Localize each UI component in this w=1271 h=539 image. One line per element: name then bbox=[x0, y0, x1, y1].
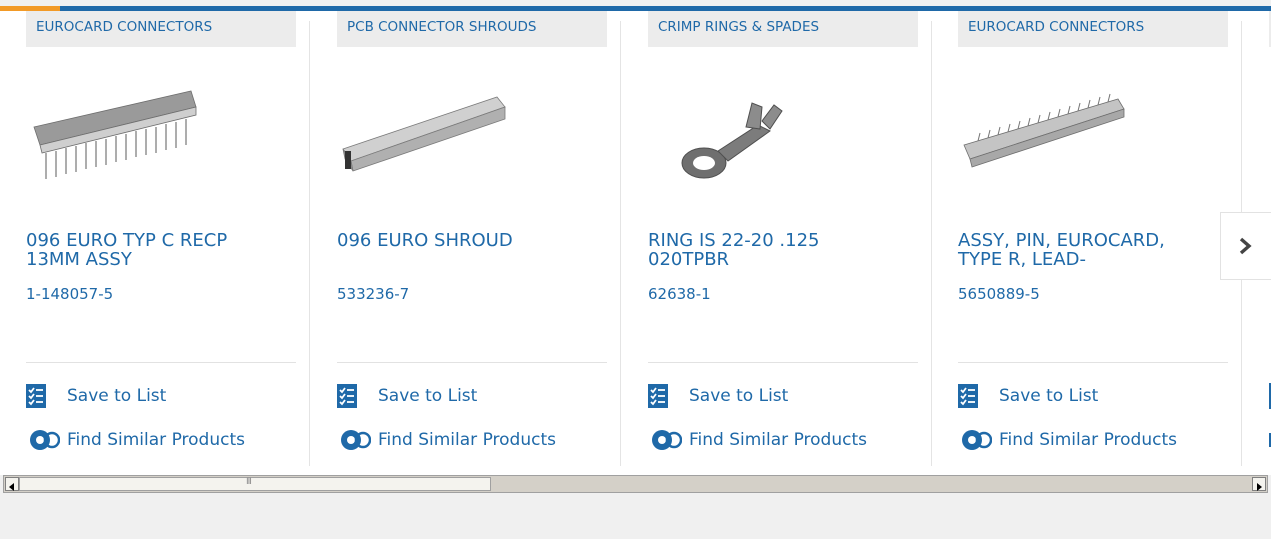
horizontal-scrollbar[interactable]: III bbox=[3, 475, 1268, 493]
save-to-list-label: Save to List bbox=[378, 386, 478, 406]
part-number[interactable]: 533236-7 bbox=[337, 285, 409, 303]
category-label[interactable]: EUROCARD CONNECTORS bbox=[958, 11, 1228, 47]
category-label[interactable]: PCB CONNECTOR SHROUDS bbox=[337, 11, 607, 47]
similar-products-icon bbox=[341, 430, 371, 450]
product-card: PCB CONNECTOR SHROUDS 096 EURO SHROUD 53… bbox=[311, 11, 621, 466]
scroll-right-arrow-icon[interactable] bbox=[1252, 477, 1266, 491]
product-title[interactable]: 096 EURO TYP C RECP 13MM ASSY bbox=[26, 231, 276, 269]
find-similar-products-button[interactable]: Find Similar Products bbox=[958, 427, 1177, 453]
checklist-icon bbox=[26, 384, 46, 408]
save-to-list-label: Save to List bbox=[67, 386, 167, 406]
part-number[interactable]: 5650889-5 bbox=[958, 285, 1040, 303]
find-similar-products-label: Find Similar Products bbox=[999, 430, 1177, 450]
scrollbar-grip: III bbox=[246, 477, 252, 487]
save-to-list-label: Save to List bbox=[689, 386, 789, 406]
eurocard-pin-assembly-image[interactable] bbox=[958, 67, 1158, 207]
category-label[interactable]: CRIMP RINGS & SPADES bbox=[648, 11, 918, 47]
similar-products-icon bbox=[962, 430, 992, 450]
card-divider bbox=[620, 21, 621, 466]
card-divider bbox=[309, 21, 310, 466]
divider bbox=[26, 362, 296, 363]
similar-products-icon bbox=[652, 430, 682, 450]
category-label[interactable]: EUROCARD CONNECTORS bbox=[26, 11, 296, 47]
product-title[interactable]: RING IS 22-20 .125 020TPBR bbox=[648, 231, 898, 269]
connector-shroud-image[interactable] bbox=[337, 67, 537, 207]
scrollbar-thumb[interactable]: III bbox=[19, 477, 491, 491]
part-number[interactable]: 62638-1 bbox=[648, 285, 711, 303]
save-to-list-button[interactable]: Save to List bbox=[648, 383, 788, 409]
product-carousel: EUROCARD CONNECTORS 096 EURO TYP C RECP … bbox=[0, 11, 1271, 475]
divider bbox=[337, 362, 607, 363]
checklist-icon bbox=[337, 384, 357, 408]
save-to-list-button[interactable]: Save to List bbox=[26, 383, 166, 409]
divider bbox=[648, 362, 918, 363]
product-card: EUROCARD CONNECTORS ASSY, PIN, EUROCARD,… bbox=[932, 11, 1242, 466]
scroll-left-arrow-icon[interactable] bbox=[5, 477, 19, 491]
product-title[interactable]: ASSY, PIN, EUROCARD, TYPE R, LEAD- bbox=[958, 231, 1208, 269]
part-number[interactable]: 1-148057-5 bbox=[26, 285, 113, 303]
chevron-right-icon bbox=[1239, 237, 1252, 255]
checklist-icon bbox=[648, 384, 668, 408]
eurocard-receptacle-image[interactable] bbox=[26, 67, 226, 207]
ring-terminal-image[interactable] bbox=[648, 67, 848, 207]
find-similar-products-button[interactable]: Find Similar Products bbox=[26, 427, 245, 453]
product-title[interactable]: 096 EURO SHROUD bbox=[337, 231, 587, 250]
save-to-list-label: Save to List bbox=[999, 386, 1099, 406]
carousel-next-button[interactable] bbox=[1220, 212, 1271, 280]
find-similar-products-button[interactable]: Find Similar Products bbox=[648, 427, 867, 453]
find-similar-products-label: Find Similar Products bbox=[378, 430, 556, 450]
save-to-list-button[interactable]: Save to List bbox=[337, 383, 477, 409]
product-card: EUROCARD CONNECTORS 096 EURO TYP C RECP … bbox=[0, 11, 310, 466]
similar-products-icon bbox=[30, 430, 60, 450]
find-similar-products-label: Find Similar Products bbox=[67, 430, 245, 450]
find-similar-products-label: Find Similar Products bbox=[689, 430, 867, 450]
product-card: CRIMP RINGS & SPADES RING IS 22-20 .125 … bbox=[622, 11, 932, 466]
divider bbox=[958, 362, 1228, 363]
save-to-list-button[interactable]: Save to List bbox=[958, 383, 1098, 409]
find-similar-products-button[interactable]: Find Similar Products bbox=[337, 427, 556, 453]
checklist-icon bbox=[958, 384, 978, 408]
